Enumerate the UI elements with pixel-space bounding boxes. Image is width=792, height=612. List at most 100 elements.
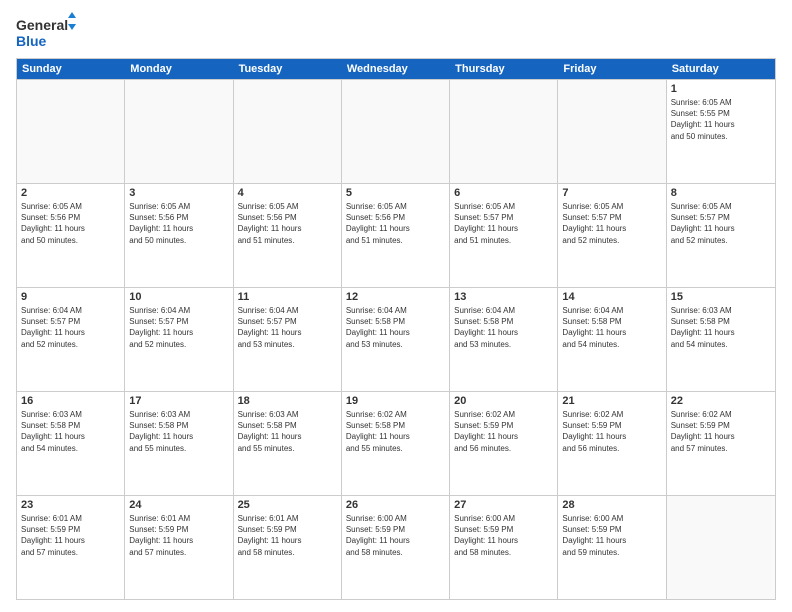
calendar-day-12: 12 Sunrise: 6:04 AM Sunset: 5:58 PM Dayli… bbox=[342, 288, 450, 391]
calendar-week-3: 9 Sunrise: 6:04 AM Sunset: 5:57 PM Daylig… bbox=[17, 287, 775, 391]
day-info: Sunrise: 6:04 AM Sunset: 5:58 PM Dayligh… bbox=[346, 305, 445, 350]
day-number: 21 bbox=[562, 395, 661, 407]
calendar-empty-cell bbox=[450, 80, 558, 183]
calendar-day-4: 4Sunrise: 6:05 AM Sunset: 5:56 PM Daylig… bbox=[234, 184, 342, 287]
day-info: Sunrise: 6:00 AM Sunset: 5:59 PM Dayligh… bbox=[454, 513, 553, 558]
calendar-day-2: 2 Sunrise: 6:05 AM Sunset: 5:56 PM Daylig… bbox=[17, 184, 125, 287]
day-number: 14 bbox=[562, 291, 661, 303]
day-number: 7 bbox=[562, 187, 661, 199]
calendar-day-28: 28 Sunrise: 6:00 AM Sunset: 5:59 PM Dayli… bbox=[558, 496, 666, 599]
day-info: Sunrise: 6:04 AM Sunset: 5:58 PM Dayligh… bbox=[562, 305, 661, 350]
day-number: 17 bbox=[129, 395, 228, 407]
calendar-day-10: 10 Sunrise: 6:04 AM Sunset: 5:57 PM Dayli… bbox=[125, 288, 233, 391]
calendar-day-27: 27Sunrise: 6:00 AM Sunset: 5:59 PM Dayli… bbox=[450, 496, 558, 599]
header-day-wednesday: Wednesday bbox=[342, 59, 450, 79]
calendar-day-3: 3 Sunrise: 6:05 AM Sunset: 5:56 PM Daylig… bbox=[125, 184, 233, 287]
day-number: 13 bbox=[454, 291, 553, 303]
day-info: Sunrise: 6:02 AM Sunset: 5:59 PM Dayligh… bbox=[671, 409, 771, 454]
calendar-header-row: SundayMondayTuesdayWednesdayThursdayFrid… bbox=[17, 59, 775, 79]
day-info: Sunrise: 6:05 AM Sunset: 5:56 PM Dayligh… bbox=[238, 201, 337, 246]
day-info: Sunrise: 6:05 AM Sunset: 5:57 PM Dayligh… bbox=[671, 201, 771, 246]
day-number: 2 bbox=[21, 187, 120, 199]
page: General Blue SundayMondayTuesdayWednesda… bbox=[0, 0, 792, 612]
day-number: 8 bbox=[671, 187, 771, 199]
calendar-week-2: 2 Sunrise: 6:05 AM Sunset: 5:56 PM Daylig… bbox=[17, 183, 775, 287]
day-number: 16 bbox=[21, 395, 120, 407]
day-number: 18 bbox=[238, 395, 337, 407]
calendar-week-4: 16 Sunrise: 6:03 AM Sunset: 5:58 PM Dayli… bbox=[17, 391, 775, 495]
logo: General Blue bbox=[16, 12, 76, 52]
day-info: Sunrise: 6:05 AM Sunset: 5:57 PM Dayligh… bbox=[454, 201, 553, 246]
day-info: Sunrise: 6:01 AM Sunset: 5:59 PM Dayligh… bbox=[129, 513, 228, 558]
calendar-day-20: 20Sunrise: 6:02 AM Sunset: 5:59 PM Dayli… bbox=[450, 392, 558, 495]
calendar-day-23: 23 Sunrise: 6:01 AM Sunset: 5:59 PM Dayli… bbox=[17, 496, 125, 599]
header-day-sunday: Sunday bbox=[17, 59, 125, 79]
day-info: Sunrise: 6:00 AM Sunset: 5:59 PM Dayligh… bbox=[346, 513, 445, 558]
svg-text:Blue: Blue bbox=[16, 33, 47, 49]
day-number: 26 bbox=[346, 499, 445, 511]
day-number: 6 bbox=[454, 187, 553, 199]
calendar-day-25: 25 Sunrise: 6:01 AM Sunset: 5:59 PM Dayli… bbox=[234, 496, 342, 599]
day-info: Sunrise: 6:02 AM Sunset: 5:59 PM Dayligh… bbox=[562, 409, 661, 454]
calendar-day-18: 18 Sunrise: 6:03 AM Sunset: 5:58 PM Dayli… bbox=[234, 392, 342, 495]
day-info: Sunrise: 6:05 AM Sunset: 5:55 PM Dayligh… bbox=[671, 97, 771, 142]
day-info: Sunrise: 6:05 AM Sunset: 5:56 PM Dayligh… bbox=[129, 201, 228, 246]
day-number: 20 bbox=[454, 395, 553, 407]
day-number: 24 bbox=[129, 499, 228, 511]
day-info: Sunrise: 6:04 AM Sunset: 5:57 PM Dayligh… bbox=[238, 305, 337, 350]
calendar-day-17: 17 Sunrise: 6:03 AM Sunset: 5:58 PM Dayli… bbox=[125, 392, 233, 495]
day-info: Sunrise: 6:01 AM Sunset: 5:59 PM Dayligh… bbox=[21, 513, 120, 558]
day-number: 28 bbox=[562, 499, 661, 511]
calendar-empty-cell bbox=[125, 80, 233, 183]
day-number: 10 bbox=[129, 291, 228, 303]
day-number: 19 bbox=[346, 395, 445, 407]
day-number: 25 bbox=[238, 499, 337, 511]
calendar-empty-cell bbox=[667, 496, 775, 599]
calendar-day-13: 13 Sunrise: 6:04 AM Sunset: 5:58 PM Dayli… bbox=[450, 288, 558, 391]
calendar-day-9: 9 Sunrise: 6:04 AM Sunset: 5:57 PM Daylig… bbox=[17, 288, 125, 391]
day-info: Sunrise: 6:05 AM Sunset: 5:56 PM Dayligh… bbox=[346, 201, 445, 246]
calendar-empty-cell bbox=[342, 80, 450, 183]
day-number: 22 bbox=[671, 395, 771, 407]
day-info: Sunrise: 6:03 AM Sunset: 5:58 PM Dayligh… bbox=[238, 409, 337, 454]
day-number: 11 bbox=[238, 291, 337, 303]
day-number: 23 bbox=[21, 499, 120, 511]
calendar-day-21: 21 Sunrise: 6:02 AM Sunset: 5:59 PM Dayli… bbox=[558, 392, 666, 495]
calendar-day-7: 7 Sunrise: 6:05 AM Sunset: 5:57 PM Daylig… bbox=[558, 184, 666, 287]
calendar-day-16: 16 Sunrise: 6:03 AM Sunset: 5:58 PM Dayli… bbox=[17, 392, 125, 495]
calendar-day-19: 19 Sunrise: 6:02 AM Sunset: 5:58 PM Dayli… bbox=[342, 392, 450, 495]
day-number: 5 bbox=[346, 187, 445, 199]
logo-svg: General Blue bbox=[16, 12, 76, 52]
day-info: Sunrise: 6:01 AM Sunset: 5:59 PM Dayligh… bbox=[238, 513, 337, 558]
calendar-day-5: 5 Sunrise: 6:05 AM Sunset: 5:56 PM Daylig… bbox=[342, 184, 450, 287]
calendar-week-5: 23 Sunrise: 6:01 AM Sunset: 5:59 PM Dayli… bbox=[17, 495, 775, 599]
day-number: 9 bbox=[21, 291, 120, 303]
day-number: 1 bbox=[671, 83, 771, 95]
calendar-day-22: 22 Sunrise: 6:02 AM Sunset: 5:59 PM Dayli… bbox=[667, 392, 775, 495]
calendar-body: 1 Sunrise: 6:05 AM Sunset: 5:55 PM Daylig… bbox=[17, 79, 775, 599]
header-day-saturday: Saturday bbox=[667, 59, 775, 79]
day-info: Sunrise: 6:04 AM Sunset: 5:57 PM Dayligh… bbox=[129, 305, 228, 350]
header-day-thursday: Thursday bbox=[450, 59, 558, 79]
calendar-day-8: 8 Sunrise: 6:05 AM Sunset: 5:57 PM Daylig… bbox=[667, 184, 775, 287]
day-info: Sunrise: 6:05 AM Sunset: 5:57 PM Dayligh… bbox=[562, 201, 661, 246]
day-info: Sunrise: 6:03 AM Sunset: 5:58 PM Dayligh… bbox=[21, 409, 120, 454]
header-day-monday: Monday bbox=[125, 59, 233, 79]
day-info: Sunrise: 6:03 AM Sunset: 5:58 PM Dayligh… bbox=[671, 305, 771, 350]
calendar-empty-cell bbox=[558, 80, 666, 183]
calendar-empty-cell bbox=[17, 80, 125, 183]
day-info: Sunrise: 6:03 AM Sunset: 5:58 PM Dayligh… bbox=[129, 409, 228, 454]
calendar-day-11: 11 Sunrise: 6:04 AM Sunset: 5:57 PM Dayli… bbox=[234, 288, 342, 391]
day-info: Sunrise: 6:00 AM Sunset: 5:59 PM Dayligh… bbox=[562, 513, 661, 558]
calendar-day-14: 14 Sunrise: 6:04 AM Sunset: 5:58 PM Dayli… bbox=[558, 288, 666, 391]
day-number: 12 bbox=[346, 291, 445, 303]
calendar-week-1: 1 Sunrise: 6:05 AM Sunset: 5:55 PM Daylig… bbox=[17, 79, 775, 183]
day-number: 15 bbox=[671, 291, 771, 303]
calendar-empty-cell bbox=[234, 80, 342, 183]
day-info: Sunrise: 6:02 AM Sunset: 5:58 PM Dayligh… bbox=[346, 409, 445, 454]
day-number: 3 bbox=[129, 187, 228, 199]
day-info: Sunrise: 6:04 AM Sunset: 5:58 PM Dayligh… bbox=[454, 305, 553, 350]
day-info: Sunrise: 6:04 AM Sunset: 5:57 PM Dayligh… bbox=[21, 305, 120, 350]
day-info: Sunrise: 6:05 AM Sunset: 5:56 PM Dayligh… bbox=[21, 201, 120, 246]
calendar-day-26: 26 Sunrise: 6:00 AM Sunset: 5:59 PM Dayli… bbox=[342, 496, 450, 599]
